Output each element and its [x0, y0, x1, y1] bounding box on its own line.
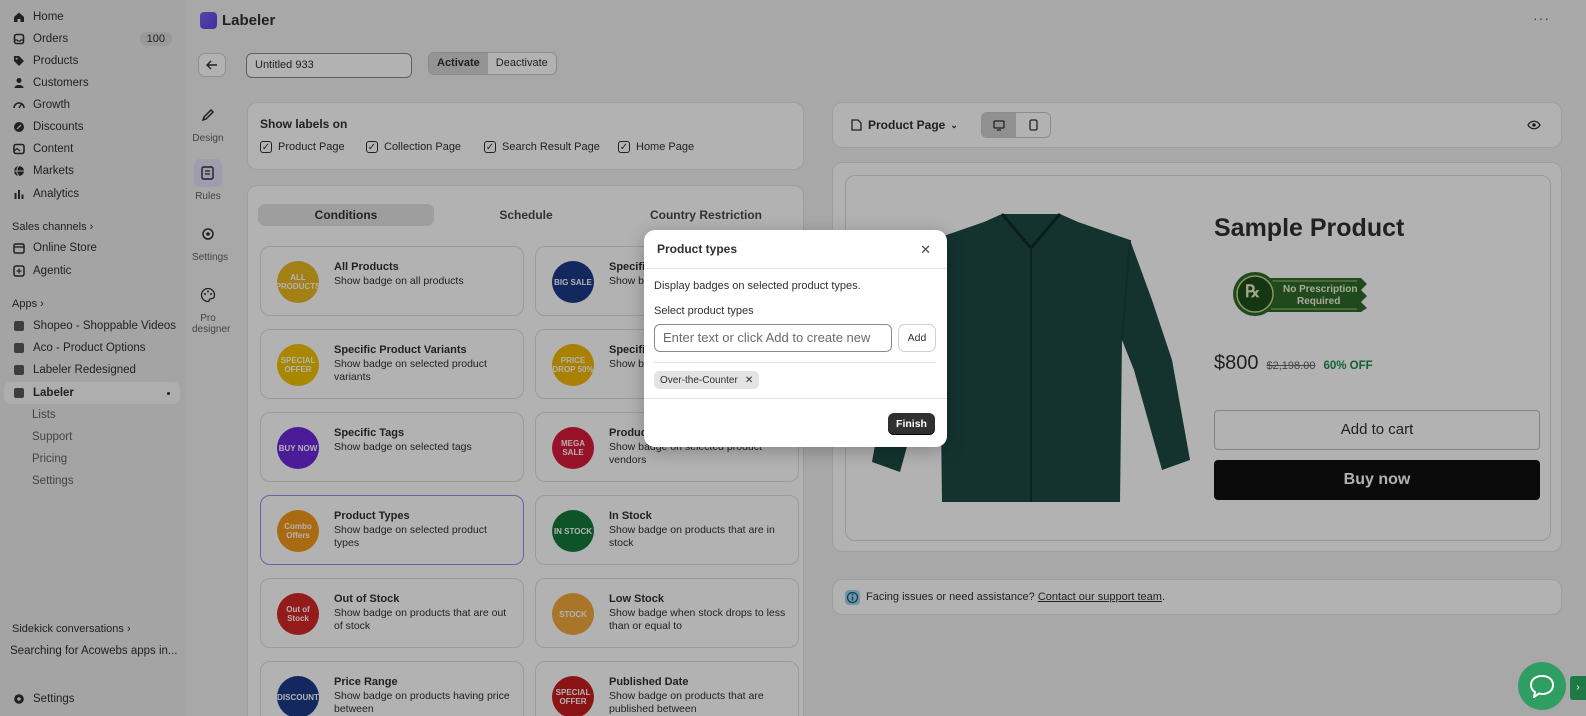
product-types-modal: Product types ✕ Display badges on select… — [644, 230, 947, 447]
product-type-input[interactable]: Enter text or click Add to create new — [654, 324, 892, 352]
selected-type-chip: Over-the-Counter ✕ — [654, 371, 760, 389]
chat-button[interactable] — [1518, 662, 1566, 710]
modal-separator — [654, 362, 936, 363]
close-icon[interactable]: ✕ — [920, 242, 931, 258]
modal-title: Product types — [657, 242, 738, 256]
modal-divider — [644, 268, 947, 269]
remove-chip-icon[interactable]: ✕ — [745, 375, 753, 386]
finish-button[interactable]: Finish — [888, 413, 935, 435]
add-button[interactable]: Add — [898, 324, 936, 352]
modal-description: Display badges on selected product types… — [654, 280, 861, 292]
chat-bubble-icon — [1529, 674, 1555, 698]
sidekick-toggle[interactable]: › — [1570, 676, 1586, 700]
product-types-label: Select product types — [654, 305, 754, 317]
modal-divider — [644, 398, 947, 399]
